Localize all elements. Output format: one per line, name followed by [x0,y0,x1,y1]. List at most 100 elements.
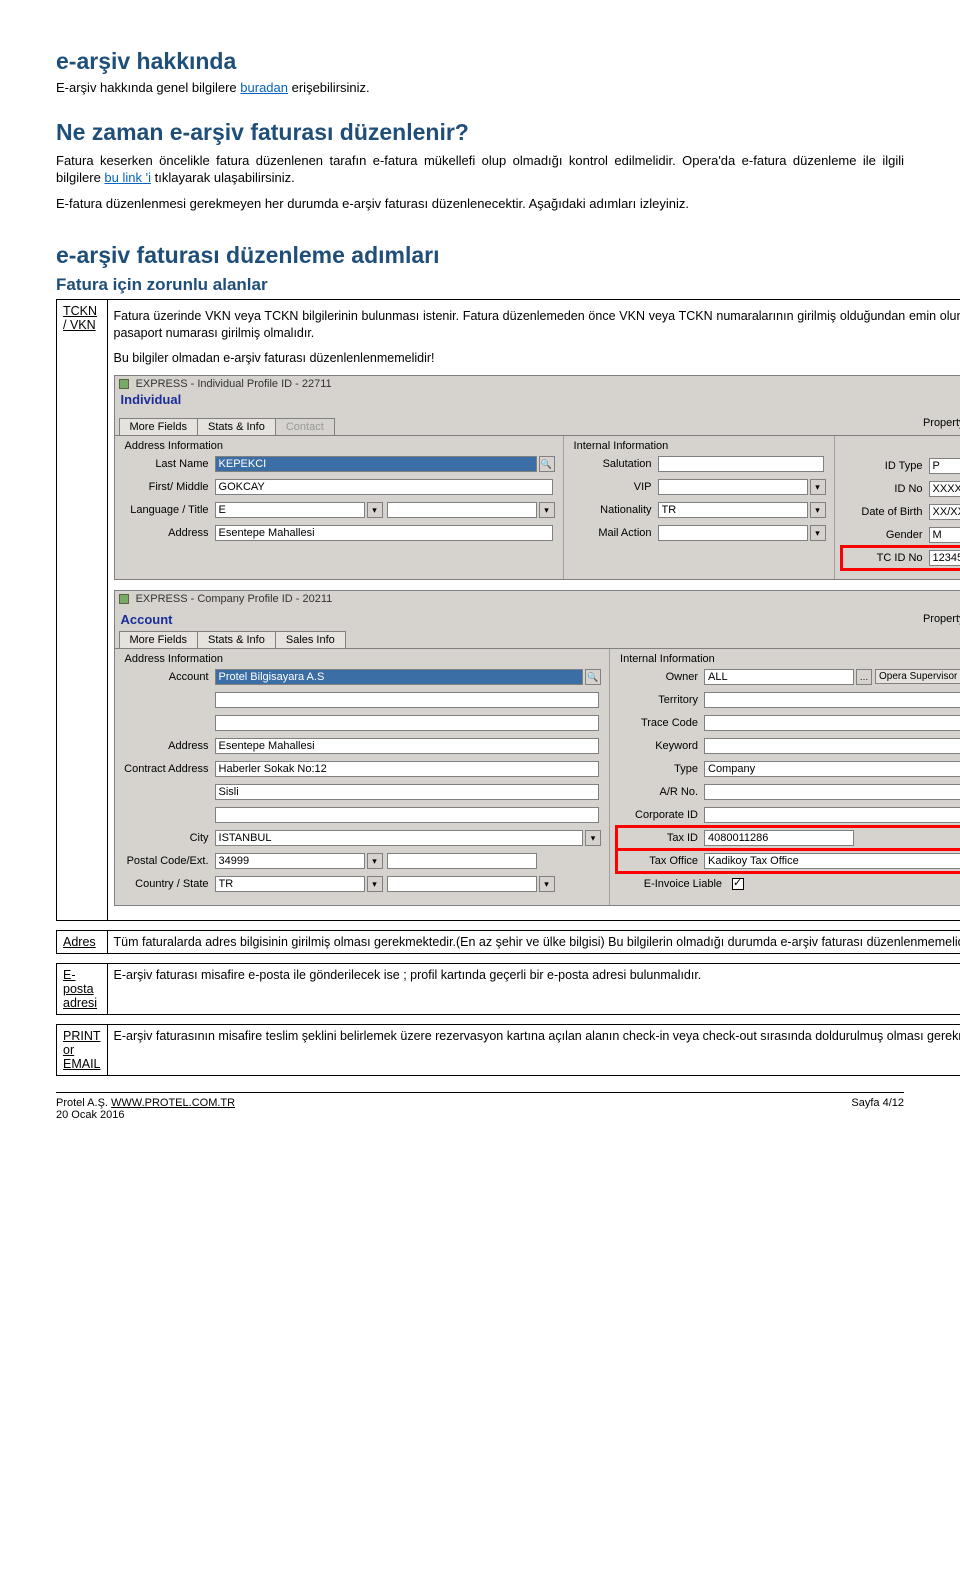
country-label: Country / State [123,878,215,890]
country-field[interactable] [215,876,365,892]
contract-addr2-field[interactable] [215,784,600,800]
language-field[interactable] [215,502,365,518]
address-label: Address [123,527,215,539]
language-dropdown-icon[interactable]: ▾ [367,502,383,518]
tcid-label: TC ID No [843,552,929,564]
idtype-field[interactable] [929,458,960,474]
title-field[interactable] [387,502,537,518]
heading-zorunlu-alanlar: Fatura için zorunlu alanlar [56,275,904,295]
tcid-field[interactable] [929,550,960,566]
territory-field[interactable] [704,692,960,708]
lang-label: Language / Title [123,504,215,516]
corpid-label: Corporate ID [618,809,704,821]
contract-addr3-field[interactable] [215,807,600,823]
shot1-titlebar: EXPRESS - Individual Profile ID - 22711 [115,376,960,392]
dob-label: Date of Birth [843,506,929,518]
nat-dropdown-icon[interactable]: ▾ [810,502,826,518]
lookup-icon[interactable]: 🔍 [539,456,555,472]
buradan-link[interactable]: buradan [240,80,288,95]
account2-field[interactable] [215,692,600,708]
lookup-icon[interactable]: 🔍 [585,669,601,685]
tab-stats-info[interactable]: Stats & Info [197,418,276,435]
intro-text-a: E-arşiv hakkında genel bilgilere [56,80,240,95]
owner-field[interactable] [704,669,854,685]
trace-field[interactable] [704,715,960,731]
shot2-tabs: More Fields Stats & Info Sales Info [115,631,960,649]
taxid-label: Tax ID [618,832,704,844]
shot2-property-bar: Property ▾ [179,607,960,631]
opera-logo-icon [119,594,129,604]
tab-more-fields[interactable]: More Fields [119,631,198,648]
idtype-label: ID Type [843,460,929,472]
city-field[interactable] [215,830,584,846]
keyword-label: Keyword [618,740,704,752]
footer-link[interactable]: WWW.PROTEL.COM.TR [111,1097,235,1109]
footer-date: 20 Ocak 2016 [56,1109,125,1121]
account3-field[interactable] [215,715,600,731]
account-field[interactable] [215,669,584,685]
taxoffice-field[interactable] [704,853,960,869]
mail-dropdown-icon[interactable]: ▾ [810,525,826,541]
vip-label: VIP [572,481,658,493]
type-label: Type [618,763,704,775]
nationality-field[interactable] [658,502,808,518]
tab-contact[interactable]: Contact [275,418,335,435]
tab-more-fields[interactable]: More Fields [119,418,198,435]
row-eposta-body: E-arşiv faturası misafire e-posta ile gö… [107,963,960,1014]
postal-field[interactable] [215,853,365,869]
tab-sales-info[interactable]: Sales Info [275,631,346,648]
postal-dropdown-icon[interactable]: ▾ [367,853,383,869]
owner-label: Owner [618,671,704,683]
arno-field[interactable] [704,784,960,800]
row-adres-body: Tüm faturalarda adres bilgisinin girilmi… [107,930,960,953]
title-dropdown-icon[interactable]: ▾ [539,502,555,518]
contract-addr1-field[interactable] [215,761,600,777]
vip-dropdown-icon[interactable]: ▾ [810,479,826,495]
state-dropdown-icon[interactable]: ▾ [539,876,555,892]
corpid-field[interactable] [704,807,960,823]
mailaction-label: Mail Action [572,527,658,539]
city-label: City [123,832,215,844]
address-field[interactable] [215,525,553,541]
footer-company: Protel A.Ş. [56,1097,111,1109]
p2b: tıklayarak ulaşabilirsiniz. [155,170,295,185]
einvoice-checkbox[interactable] [732,878,744,890]
row-tckn-label: TCKN / VKN [57,300,108,921]
shot1-tabs: More Fields Stats & Info Contact [115,418,338,436]
mailaction-field[interactable] [658,525,808,541]
tab-stats-info[interactable]: Stats & Info [197,631,276,648]
shot1-title: EXPRESS - Individual Profile ID - 22711 [136,378,332,390]
account-label: Account [123,671,215,683]
screenshot-account: EXPRESS - Company Profile ID - 20211 Acc… [114,590,960,906]
postal-ext-field[interactable] [387,853,537,869]
type-field[interactable] [704,761,960,777]
intro-text-b: erişebilirsiniz. [292,80,370,95]
property-label: Property [923,417,960,429]
page-footer: Protel A.Ş. WWW.PROTEL.COM.TR 20 Ocak 20… [56,1092,904,1121]
vip-field[interactable] [658,479,808,495]
state-field[interactable] [387,876,537,892]
country-dropdown-icon[interactable]: ▾ [367,876,383,892]
last-name-label: Last Name [123,458,215,470]
intro-paragraph: E-arşiv hakkında genel bilgilere buradan… [56,79,904,97]
taxid-field[interactable] [704,830,854,846]
salutation-field[interactable] [658,456,824,472]
city-dropdown-icon[interactable]: ▾ [585,830,601,846]
property-label: Property [923,613,960,625]
nationality-label: Nationality [572,504,658,516]
opera-logo-icon [119,379,129,389]
last-name-field[interactable] [215,456,537,472]
dob-field[interactable] [929,504,960,520]
idno-field[interactable] [929,481,960,497]
first-name-field[interactable] [215,479,553,495]
idno-label: ID No [843,483,929,495]
owner-dropdown-icon[interactable]: … [856,669,872,685]
shot1-header: Individual [115,392,960,411]
gender-field[interactable] [929,527,960,543]
taxoffice-label: Tax Office [618,855,704,867]
bu-link[interactable]: bu link 'i [104,170,151,185]
salutation-label: Salutation [572,458,658,470]
keyword-field[interactable] [704,738,960,754]
addr-field[interactable] [215,738,600,754]
opera-supervisor-button[interactable]: Opera Supervisor [875,669,960,684]
